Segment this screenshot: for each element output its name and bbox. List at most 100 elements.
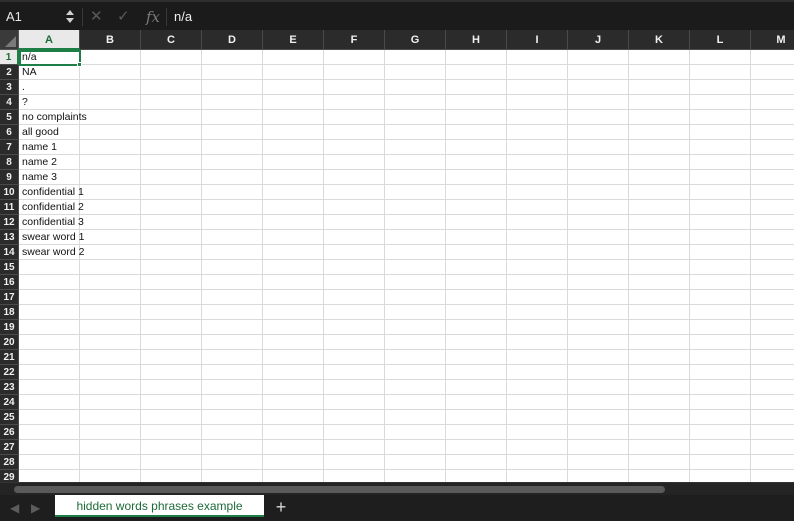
column-header-d[interactable]: D	[202, 30, 263, 50]
gridline	[19, 214, 794, 215]
gridline	[19, 454, 794, 455]
chevron-left-icon[interactable]: ◀	[10, 498, 19, 518]
row-header-16[interactable]: 16	[0, 275, 19, 290]
cell-a3[interactable]: .	[22, 80, 25, 95]
cell-a6[interactable]: all good	[22, 125, 59, 140]
row-header-5[interactable]: 5	[0, 110, 19, 125]
enter-check-icon[interactable]: ✓	[117, 6, 130, 28]
row-header-6[interactable]: 6	[0, 125, 19, 140]
row-header-10[interactable]: 10	[0, 185, 19, 200]
gridline	[384, 50, 385, 482]
cell-a8[interactable]: name 2	[22, 155, 57, 170]
gridline	[19, 394, 794, 395]
gridline	[628, 50, 629, 482]
cell-area[interactable]: n/a NA.? no complaints all good name 1 name 2…	[19, 50, 794, 482]
gridline	[19, 154, 794, 155]
gridline	[19, 424, 794, 425]
row-header-17[interactable]: 17	[0, 290, 19, 305]
column-header-b[interactable]: B	[80, 30, 141, 50]
row-header-29[interactable]: 29	[0, 470, 19, 482]
sheet-tab-bar: ◀ ▶ hidden words phrases example +	[0, 495, 794, 521]
gridline	[689, 50, 690, 482]
scrollbar-thumb[interactable]	[14, 486, 665, 493]
row-header-20[interactable]: 20	[0, 335, 19, 350]
row-header-14[interactable]: 14	[0, 245, 19, 260]
row-header-4[interactable]: 4	[0, 95, 19, 110]
row-header-11[interactable]: 11	[0, 200, 19, 215]
cell-a7[interactable]: name 1	[22, 140, 57, 155]
row-header-1[interactable]: 1	[0, 50, 19, 65]
row-header-8[interactable]: 8	[0, 155, 19, 170]
gridline	[19, 349, 794, 350]
sheet-tab[interactable]: hidden words phrases example	[55, 495, 264, 517]
gridline	[140, 50, 141, 482]
row-header-23[interactable]: 23	[0, 380, 19, 395]
column-header-c[interactable]: C	[141, 30, 202, 50]
row-header-18[interactable]: 18	[0, 305, 19, 320]
column-header-a[interactable]: A	[19, 30, 80, 50]
row-header-25[interactable]: 25	[0, 410, 19, 425]
row-header-2[interactable]: 2	[0, 65, 19, 80]
column-header-f[interactable]: F	[324, 30, 385, 50]
gridline	[19, 274, 794, 275]
cell-a2[interactable]: NA	[22, 65, 37, 80]
chevron-right-icon[interactable]: ▶	[31, 498, 40, 518]
cell-a13[interactable]: swear word 1	[22, 230, 84, 245]
row-header-26[interactable]: 26	[0, 425, 19, 440]
gridline	[19, 379, 794, 380]
row-header-12[interactable]: 12	[0, 215, 19, 230]
gridline	[19, 469, 794, 470]
row-header-3[interactable]: 3	[0, 80, 19, 95]
cell-a12[interactable]: confidential 3	[22, 215, 84, 230]
row-header-9[interactable]: 9	[0, 170, 19, 185]
column-header-i[interactable]: I	[507, 30, 568, 50]
gridline	[19, 79, 794, 80]
gridline	[19, 229, 794, 230]
cell-a4[interactable]: ?	[22, 95, 28, 110]
gridline	[19, 244, 794, 245]
row-headers: 1 2 3 4 5 6 7 8 9 10 11 12 13 14 15 16 17 18 19 20 21 22 23 24 2…	[0, 50, 19, 482]
fx-icon[interactable]: fx	[146, 6, 160, 28]
gridline	[19, 184, 794, 185]
cell-a9[interactable]: name 3	[22, 170, 57, 185]
cancel-x-icon[interactable]: ✕	[90, 6, 103, 28]
column-header-k[interactable]: K	[629, 30, 690, 50]
column-header-e[interactable]: E	[263, 30, 324, 50]
formula-input[interactable]: n/a	[174, 5, 774, 29]
gridline	[19, 124, 794, 125]
cell-a11[interactable]: confidential 2	[22, 200, 84, 215]
gridline	[323, 50, 324, 482]
column-header-h[interactable]: H	[446, 30, 507, 50]
row-header-19[interactable]: 19	[0, 320, 19, 335]
row-header-7[interactable]: 7	[0, 140, 19, 155]
cell-a14[interactable]: swear word 2	[22, 245, 84, 260]
gridline	[262, 50, 263, 482]
gridline	[201, 50, 202, 482]
column-header-m[interactable]: M	[751, 30, 794, 50]
column-header-g[interactable]: G	[385, 30, 446, 50]
gridline	[19, 334, 794, 335]
name-box-stepper-icon[interactable]	[64, 7, 76, 27]
formula-bar: A1 ✕ ✓ fx n/a	[0, 0, 794, 30]
row-header-22[interactable]: 22	[0, 365, 19, 380]
gridline	[506, 50, 507, 482]
gridline	[19, 109, 794, 110]
row-header-13[interactable]: 13	[0, 230, 19, 245]
row-header-28[interactable]: 28	[0, 455, 19, 470]
row-header-15[interactable]: 15	[0, 260, 19, 275]
cell-a10[interactable]: confidential 1	[22, 185, 84, 200]
horizontal-scrollbar[interactable]	[0, 482, 794, 495]
gridline	[19, 259, 794, 260]
column-header-j[interactable]: J	[568, 30, 629, 50]
row-header-24[interactable]: 24	[0, 395, 19, 410]
gridline	[19, 319, 794, 320]
row-header-27[interactable]: 27	[0, 440, 19, 455]
row-header-21[interactable]: 21	[0, 350, 19, 365]
add-sheet-button[interactable]: +	[272, 497, 290, 517]
cell-a5[interactable]: no complaints	[22, 110, 87, 125]
column-header-l[interactable]: L	[690, 30, 751, 50]
gridline	[19, 139, 794, 140]
divider	[166, 8, 167, 26]
fill-handle[interactable]	[77, 62, 82, 67]
select-all-corner[interactable]	[0, 30, 19, 50]
